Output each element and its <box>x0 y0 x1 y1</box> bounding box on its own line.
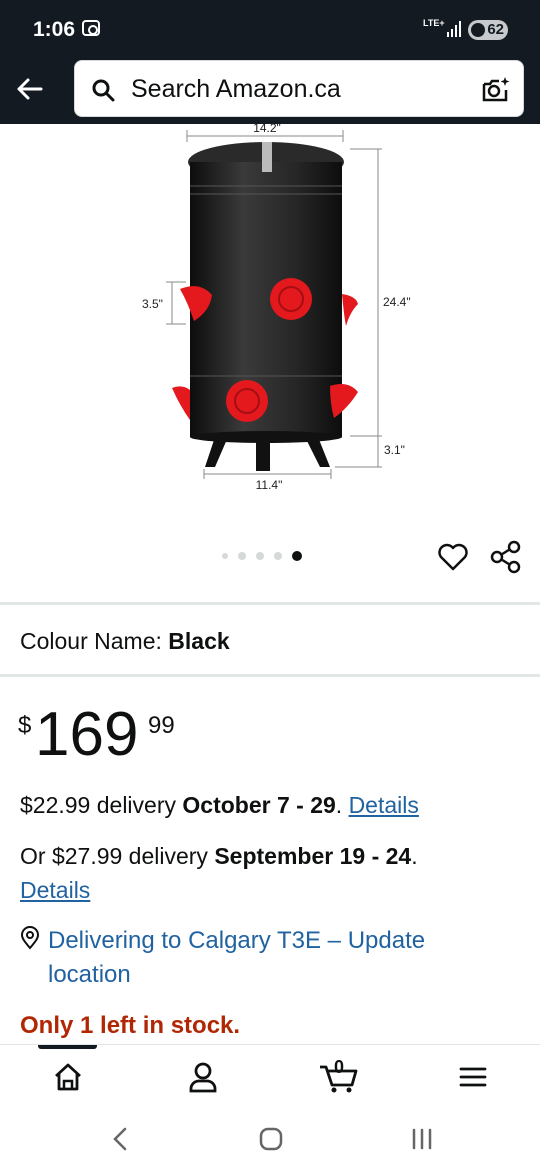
camera-search-icon[interactable] <box>481 75 511 105</box>
screenshot-notification-icon <box>82 20 100 36</box>
delivery-dates: October 7 - 29 <box>182 792 336 818</box>
delivery-details-link[interactable]: Details <box>349 792 419 818</box>
status-time: 1:06 <box>33 18 76 41</box>
carousel-dot[interactable] <box>274 552 282 560</box>
delivery-option-1: $22.99 delivery October 7 - 29. Details <box>20 788 520 822</box>
product-image[interactable]: 14.2" 3.5" 24.4" 3.1" 11.4" <box>0 124 540 524</box>
search-input[interactable] <box>131 69 461 109</box>
dimension-legs-label: 3.1" <box>384 443 405 457</box>
dimension-height-label: 24.4" <box>383 295 411 309</box>
dimension-side-label: 3.5" <box>142 297 163 311</box>
carousel-dot-active[interactable] <box>292 551 302 561</box>
back-arrow-icon[interactable] <box>14 74 44 104</box>
delivery-price: Or $27.99 delivery <box>20 843 208 869</box>
battery-indicator: 62 <box>468 20 508 40</box>
dimension-top-label: 14.2" <box>253 124 281 135</box>
bottom-navigation: 0 <box>0 1044 540 1108</box>
delivery-period: . <box>411 843 418 869</box>
network-type: LTE+ <box>423 18 445 28</box>
share-icon[interactable] <box>490 540 522 574</box>
dimension-bottom-label: 11.4" <box>256 478 283 492</box>
search-icon <box>92 79 115 102</box>
status-bar: 1:06 LTE+ 62 <box>0 0 540 56</box>
carousel-dot[interactable] <box>256 552 264 560</box>
delivery-dates: September 19 - 24 <box>214 843 412 869</box>
cart-count: 0 <box>334 1057 345 1077</box>
app-header <box>0 56 540 124</box>
delivery-period: . <box>335 792 343 818</box>
carousel-dot[interactable] <box>238 552 246 560</box>
cart-button[interactable]: 0 <box>318 1057 362 1095</box>
system-navigation-bar <box>0 1108 540 1170</box>
delivery-option-2: Or $27.99 delivery September 19 - 24. De… <box>20 839 520 907</box>
section-divider <box>0 602 540 605</box>
active-tab-indicator <box>38 1045 97 1049</box>
colour-label: Colour Name: <box>20 628 162 654</box>
home-icon[interactable] <box>48 1059 88 1095</box>
price-whole: 169 <box>35 700 139 769</box>
system-home-icon[interactable] <box>256 1124 286 1154</box>
wishlist-heart-icon[interactable] <box>437 542 469 572</box>
menu-icon[interactable] <box>453 1059 493 1095</box>
price-fraction: 99 <box>148 712 175 739</box>
delivery-location-link[interactable]: Delivering to Calgary T3E – Update locat… <box>48 924 488 992</box>
account-icon[interactable] <box>183 1059 223 1095</box>
section-divider <box>0 674 540 677</box>
delivery-price: $22.99 delivery <box>20 792 176 818</box>
stock-status: Only 1 left in stock. <box>20 1012 241 1039</box>
delivery-details-link[interactable]: Details <box>20 877 90 903</box>
system-recents-icon[interactable] <box>407 1124 437 1154</box>
location-pin-icon <box>20 926 40 950</box>
colour-value: Black <box>168 628 230 654</box>
system-back-icon[interactable] <box>106 1124 136 1154</box>
search-bar[interactable] <box>74 60 524 117</box>
signal-icon <box>447 21 461 37</box>
image-carousel-dots <box>222 551 302 561</box>
carousel-dot[interactable] <box>222 553 228 559</box>
colour-selection: Colour Name: Black <box>20 628 230 655</box>
price-currency: $ <box>18 712 32 739</box>
